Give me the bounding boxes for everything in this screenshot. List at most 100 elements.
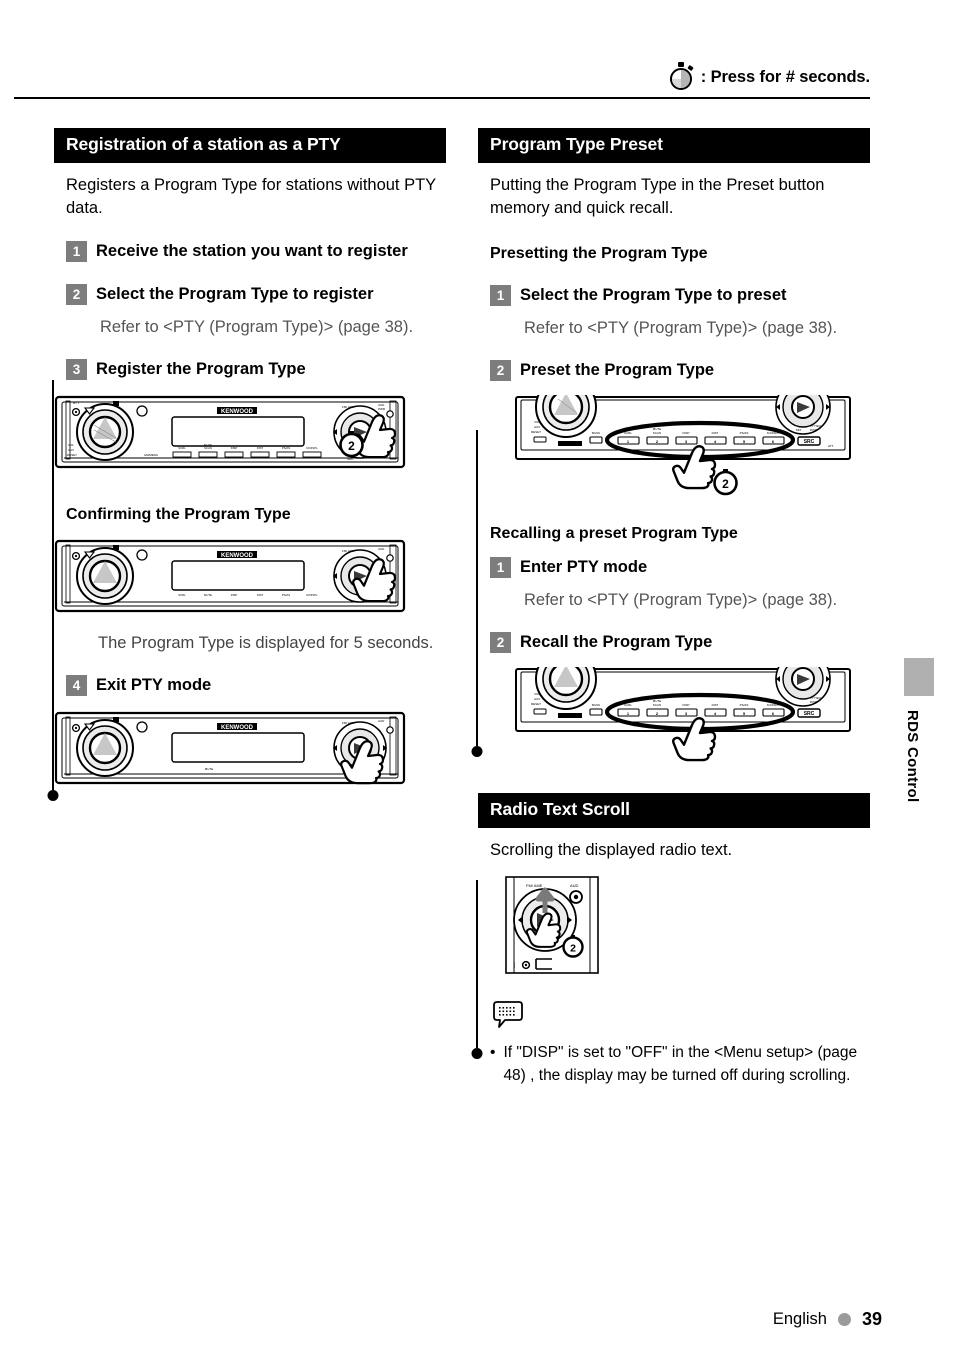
svg-text:KENWOOD: KENWOOD	[221, 725, 254, 731]
svg-text:DISP: DISP	[231, 446, 238, 450]
svg-text:l: l	[513, 961, 515, 970]
step-number-badge: 2	[490, 631, 511, 653]
note-text: If "DISP" is set to "OFF" in the <Menu s…	[503, 1044, 858, 1084]
device-illustration-recall: VOL AUX RESET BASS SCRL MUTE SCAN DISP DI…	[514, 666, 870, 767]
subhead-confirming: Confirming the Program Type	[66, 505, 291, 523]
right-column: Program Type Preset Putting the Program …	[478, 128, 870, 1087]
step-number-badge: 2	[66, 283, 87, 305]
svg-text:SCAN: SCAN	[653, 431, 661, 435]
svg-text:ATT: ATT	[73, 401, 79, 405]
svg-text:SCAN: SCAN	[653, 703, 661, 707]
step-label: Recall the Program Type	[520, 632, 713, 651]
step-label: Register the Program Type	[96, 359, 306, 378]
svg-text:PS/AS: PS/AS	[282, 446, 290, 450]
svg-text:DIST: DIST	[712, 431, 719, 435]
step-number-badge: 1	[490, 284, 511, 306]
device-illustration-radio-text: FM/ AME AUD 2 l	[500, 875, 870, 979]
side-tab-label: RDS Control	[904, 710, 921, 803]
svg-text:KENWOOD: KENWOOD	[221, 409, 254, 415]
svg-text:PS/AS: PS/AS	[282, 593, 290, 597]
svg-text:DIST: DIST	[712, 703, 719, 707]
svg-text:DISP: DISP	[810, 428, 817, 432]
step-number-badge: 1	[490, 556, 511, 578]
svg-text:RESET: RESET	[67, 453, 77, 457]
svg-text:AUX: AUX	[534, 697, 540, 701]
device-illustration-preset: VOL AUX RESET BASS SCRL MUTE SCAN DISP DI	[514, 394, 870, 503]
svg-text:PWR: PWR	[378, 407, 386, 411]
step-receive-station: 1 Receive the station you want to regist…	[66, 240, 446, 262]
svg-text:DISP: DISP	[682, 431, 689, 435]
header-legend: : Press for # seconds.	[669, 62, 870, 92]
bullet-marker: •	[490, 1044, 496, 1062]
svg-text:BASS: BASS	[592, 703, 600, 707]
svg-text:VOL: VOL	[68, 443, 74, 447]
step-number-badge: 3	[66, 358, 87, 380]
svg-text:2: 2	[348, 439, 355, 453]
svg-text:SCAN: SCAN	[204, 446, 212, 450]
svg-text:DISP: DISP	[810, 700, 817, 704]
header-legend-text: : Press for # seconds.	[700, 67, 870, 86]
svg-text:DISP: DISP	[682, 703, 689, 707]
stopwatch-icon	[669, 62, 695, 92]
svg-text:FM/ AME: FM/ AME	[342, 405, 354, 409]
device-illustration-confirm: KENWOOD SCRL MUTE DISP DIST PS/AS M.DISPL F…	[54, 538, 446, 618]
svg-text:SRC: SRC	[347, 457, 354, 461]
footer-page-number: 39	[861, 1309, 882, 1329]
stopwatch-badge: 2	[713, 468, 738, 496]
step-select-program-type: 2 Select the Program Type to register	[66, 283, 446, 305]
svg-text:2: 2	[570, 943, 576, 955]
svg-text:ATT: ATT	[828, 444, 834, 448]
svg-text:AUX: AUX	[534, 425, 540, 429]
preset-intro: Putting the Program Type in the Preset b…	[490, 176, 825, 217]
svg-text:2: 2	[722, 477, 729, 491]
svg-text:BASS: BASS	[592, 431, 600, 435]
note-block: • If "DISP" is set to "OFF" in the <Menu…	[490, 1001, 870, 1087]
svg-text:M.DISPL: M.DISPL	[306, 593, 318, 597]
step-reference-note: Refer to <PTY (Program Type)> (page 38).	[524, 318, 838, 337]
side-tab-marker	[904, 658, 934, 696]
svg-text:AUD: AUD	[570, 883, 579, 888]
step-reference-note: Refer to <PTY (Program Type)> (page 38).	[524, 590, 838, 609]
footer-language: English	[772, 1310, 827, 1328]
svg-text:AUD: AUD	[378, 719, 385, 723]
brand-logo: KENWOOD	[217, 406, 257, 415]
footer-dot-separator	[837, 1313, 851, 1326]
svg-text:DIST: DIST	[257, 593, 264, 597]
step-select-program-type-preset: 1 Select the Program Type to preset	[490, 284, 870, 306]
svg-text:PS/AS: PS/AS	[740, 431, 749, 435]
subhead-recalling: Recalling a preset Program Type	[490, 524, 738, 542]
svg-text:AUX: AUX	[68, 448, 74, 452]
section-title-radio-text-scroll: Radio Text Scroll	[478, 792, 870, 829]
svg-text:SCRL: SCRL	[178, 593, 186, 597]
svg-text:FM/ AME: FM/ AME	[342, 549, 354, 553]
step-label: Select the Program Type to register	[96, 284, 374, 303]
note-bullet-item: • If "DISP" is set to "OFF" in the <Menu…	[490, 1042, 870, 1087]
step-number-badge: 1	[66, 240, 87, 262]
confirm-duration-note: The Program Type is displayed for 5 seco…	[98, 633, 434, 652]
step-label: Enter PTY mode	[520, 557, 648, 576]
step-reference-note: Refer to <PTY (Program Type)> (page 38).	[100, 317, 414, 336]
svg-text:RESET: RESET	[531, 430, 541, 434]
svg-text:SRC: SRC	[804, 711, 815, 717]
svg-text:AM/MENU: AM/MENU	[144, 453, 158, 457]
registration-intro: Registers a Program Type for stations wi…	[66, 176, 436, 217]
section-title-registration: Registration of a station as a PTY	[54, 128, 446, 164]
header-divider	[14, 97, 870, 99]
section-title-program-type-preset: Program Type Preset	[478, 128, 870, 164]
step-enter-pty-mode: 1 Enter PTY mode	[490, 556, 870, 578]
svg-text:MIX: MIX	[796, 428, 801, 432]
step-label: Receive the station you want to register	[96, 241, 408, 260]
svg-text:AUD: AUD	[378, 547, 385, 551]
note-bubble-icon	[493, 1001, 523, 1029]
svg-text:FM/ AME: FM/ AME	[342, 721, 354, 725]
step-number-badge: 2	[490, 359, 511, 381]
left-column: Registration of a station as a PTY Regis…	[54, 128, 446, 792]
radio-text-intro: Scrolling the displayed radio text.	[490, 841, 733, 860]
svg-text:MUTE: MUTE	[204, 593, 212, 597]
svg-text:VOL: VOL	[534, 692, 540, 696]
step-preset-program-type: 2 Preset the Program Type	[490, 359, 870, 381]
step-label: Preset the Program Type	[520, 360, 715, 379]
side-tab: RDS Control	[904, 658, 934, 802]
svg-text:MUTE: MUTE	[205, 767, 214, 771]
step-label: Exit PTY mode	[96, 675, 212, 694]
